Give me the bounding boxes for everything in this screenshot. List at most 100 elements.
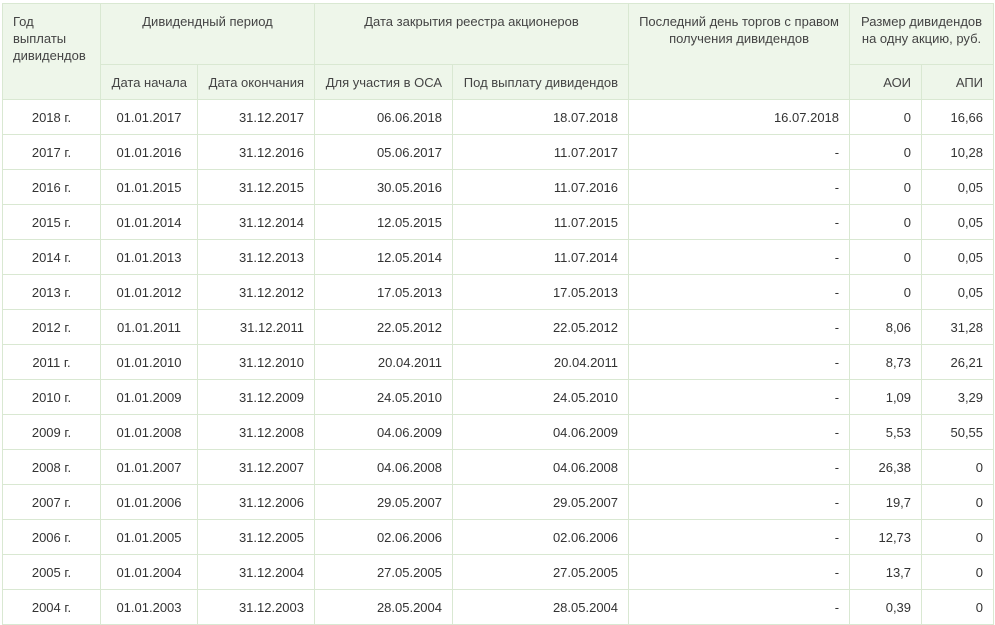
cell-last-trading-day: - bbox=[628, 134, 851, 170]
cell-payout-date: 04.06.2009 bbox=[452, 414, 630, 450]
cell-osa-date: 27.05.2005 bbox=[314, 554, 454, 590]
cell-osa-date: 24.05.2010 bbox=[314, 379, 454, 415]
cell-aoi: 0 bbox=[849, 134, 923, 170]
table-row: 2010 г. 01.01.2009 31.12.2009 24.05.2010 24.… bbox=[2, 379, 995, 415]
table-row: 2004 г. 01.01.2003 31.12.2003 28.05.2004 28.… bbox=[2, 589, 995, 625]
cell-start-date: 01.01.2013 bbox=[100, 239, 198, 275]
cell-aoi: 8,73 bbox=[849, 344, 923, 380]
cell-end-date: 31.12.2017 bbox=[196, 99, 316, 135]
table-row: 2006 г. 01.01.2005 31.12.2005 02.06.2006 02.… bbox=[2, 519, 995, 555]
cell-last-trading-day: - bbox=[628, 344, 851, 380]
cell-api: 0 bbox=[921, 449, 995, 485]
header-dividend-size: Размер дивидендов на одну акцию, руб. bbox=[849, 3, 995, 65]
cell-osa-date: 29.05.2007 bbox=[314, 484, 454, 520]
cell-last-trading-day: - bbox=[628, 239, 851, 275]
cell-payout-date: 17.05.2013 bbox=[452, 274, 630, 310]
cell-last-trading-day: - bbox=[628, 484, 851, 520]
cell-end-date: 31.12.2003 bbox=[196, 589, 316, 625]
table-row: 2012 г. 01.01.2011 31.12.2011 22.05.2012 22.… bbox=[2, 309, 995, 345]
cell-osa-date: 02.06.2006 bbox=[314, 519, 454, 555]
dividends-table: Год выплаты дивидендов Дивидендный перио… bbox=[2, 3, 995, 625]
cell-payout-date: 02.06.2006 bbox=[452, 519, 630, 555]
cell-year: 2004 г. bbox=[2, 589, 101, 625]
cell-start-date: 01.01.2010 bbox=[100, 344, 198, 380]
cell-api: 0,05 bbox=[921, 169, 995, 205]
cell-aoi: 0 bbox=[849, 169, 923, 205]
cell-osa-date: 04.06.2009 bbox=[314, 414, 454, 450]
cell-api: 0 bbox=[921, 519, 995, 555]
cell-year: 2010 г. bbox=[2, 379, 101, 415]
cell-aoi: 19,7 bbox=[849, 484, 923, 520]
cell-year: 2005 г. bbox=[2, 554, 101, 590]
table-row: 2016 г. 01.01.2015 31.12.2015 30.05.2016 11.… bbox=[2, 169, 995, 205]
cell-api: 16,66 bbox=[921, 99, 995, 135]
cell-last-trading-day: - bbox=[628, 309, 851, 345]
cell-start-date: 01.01.2004 bbox=[100, 554, 198, 590]
cell-last-trading-day: - bbox=[628, 589, 851, 625]
cell-api: 31,28 bbox=[921, 309, 995, 345]
cell-osa-date: 04.06.2008 bbox=[314, 449, 454, 485]
cell-start-date: 01.01.2012 bbox=[100, 274, 198, 310]
table-row: 2005 г. 01.01.2004 31.12.2004 27.05.2005 27.… bbox=[2, 554, 995, 590]
cell-last-trading-day: - bbox=[628, 449, 851, 485]
cell-last-trading-day: 16.07.2018 bbox=[628, 99, 851, 135]
cell-osa-date: 06.06.2018 bbox=[314, 99, 454, 135]
cell-payout-date: 11.07.2015 bbox=[452, 204, 630, 240]
header-dividend-period: Дивидендный период bbox=[99, 3, 316, 65]
cell-end-date: 31.12.2006 bbox=[196, 484, 316, 520]
cell-start-date: 01.01.2003 bbox=[100, 589, 198, 625]
cell-year: 2014 г. bbox=[2, 239, 101, 275]
cell-api: 0,05 bbox=[921, 239, 995, 275]
cell-last-trading-day: - bbox=[628, 554, 851, 590]
cell-end-date: 31.12.2005 bbox=[196, 519, 316, 555]
cell-api: 0,05 bbox=[921, 204, 995, 240]
cell-end-date: 31.12.2014 bbox=[196, 204, 316, 240]
cell-aoi: 0 bbox=[849, 274, 923, 310]
cell-aoi: 0 bbox=[849, 99, 923, 135]
cell-start-date: 01.01.2005 bbox=[100, 519, 198, 555]
cell-year: 2006 г. bbox=[2, 519, 101, 555]
table-row: 2011 г. 01.01.2010 31.12.2010 20.04.2011 20.… bbox=[2, 344, 995, 380]
cell-aoi: 0 bbox=[849, 239, 923, 275]
cell-start-date: 01.01.2007 bbox=[100, 449, 198, 485]
cell-year: 2018 г. bbox=[2, 99, 101, 135]
cell-api: 50,55 bbox=[921, 414, 995, 450]
cell-start-date: 01.01.2016 bbox=[100, 134, 198, 170]
cell-end-date: 31.12.2007 bbox=[196, 449, 316, 485]
cell-end-date: 31.12.2016 bbox=[196, 134, 316, 170]
cell-api: 0 bbox=[921, 554, 995, 590]
cell-year: 2015 г. bbox=[2, 204, 101, 240]
cell-aoi: 13,7 bbox=[849, 554, 923, 590]
cell-aoi: 26,38 bbox=[849, 449, 923, 485]
cell-year: 2011 г. bbox=[2, 344, 101, 380]
cell-year: 2017 г. bbox=[2, 134, 101, 170]
cell-payout-date: 18.07.2018 bbox=[452, 99, 630, 135]
cell-aoi: 0 bbox=[849, 204, 923, 240]
cell-end-date: 31.12.2015 bbox=[196, 169, 316, 205]
cell-api: 0,05 bbox=[921, 274, 995, 310]
cell-aoi: 12,73 bbox=[849, 519, 923, 555]
cell-osa-date: 12.05.2015 bbox=[314, 204, 454, 240]
cell-end-date: 31.12.2004 bbox=[196, 554, 316, 590]
cell-payout-date: 11.07.2016 bbox=[452, 169, 630, 205]
cell-osa-date: 17.05.2013 bbox=[314, 274, 454, 310]
cell-start-date: 01.01.2015 bbox=[100, 169, 198, 205]
cell-api: 26,21 bbox=[921, 344, 995, 380]
header-end-date: Дата окончания bbox=[196, 64, 316, 100]
cell-start-date: 01.01.2011 bbox=[100, 309, 198, 345]
cell-end-date: 31.12.2008 bbox=[196, 414, 316, 450]
cell-api: 10,28 bbox=[921, 134, 995, 170]
cell-start-date: 01.01.2008 bbox=[100, 414, 198, 450]
cell-osa-date: 05.06.2017 bbox=[314, 134, 454, 170]
cell-last-trading-day: - bbox=[628, 274, 851, 310]
cell-start-date: 01.01.2014 bbox=[100, 204, 198, 240]
cell-start-date: 01.01.2006 bbox=[100, 484, 198, 520]
cell-api: 0 bbox=[921, 589, 995, 625]
table-row: 2013 г. 01.01.2012 31.12.2012 17.05.2013 17.… bbox=[2, 274, 995, 310]
cell-end-date: 31.12.2011 bbox=[196, 309, 316, 345]
cell-api: 3,29 bbox=[921, 379, 995, 415]
cell-aoi: 1,09 bbox=[849, 379, 923, 415]
cell-last-trading-day: - bbox=[628, 519, 851, 555]
cell-aoi: 5,53 bbox=[849, 414, 923, 450]
table-row: 2008 г. 01.01.2007 31.12.2007 04.06.2008 04.… bbox=[2, 449, 995, 485]
